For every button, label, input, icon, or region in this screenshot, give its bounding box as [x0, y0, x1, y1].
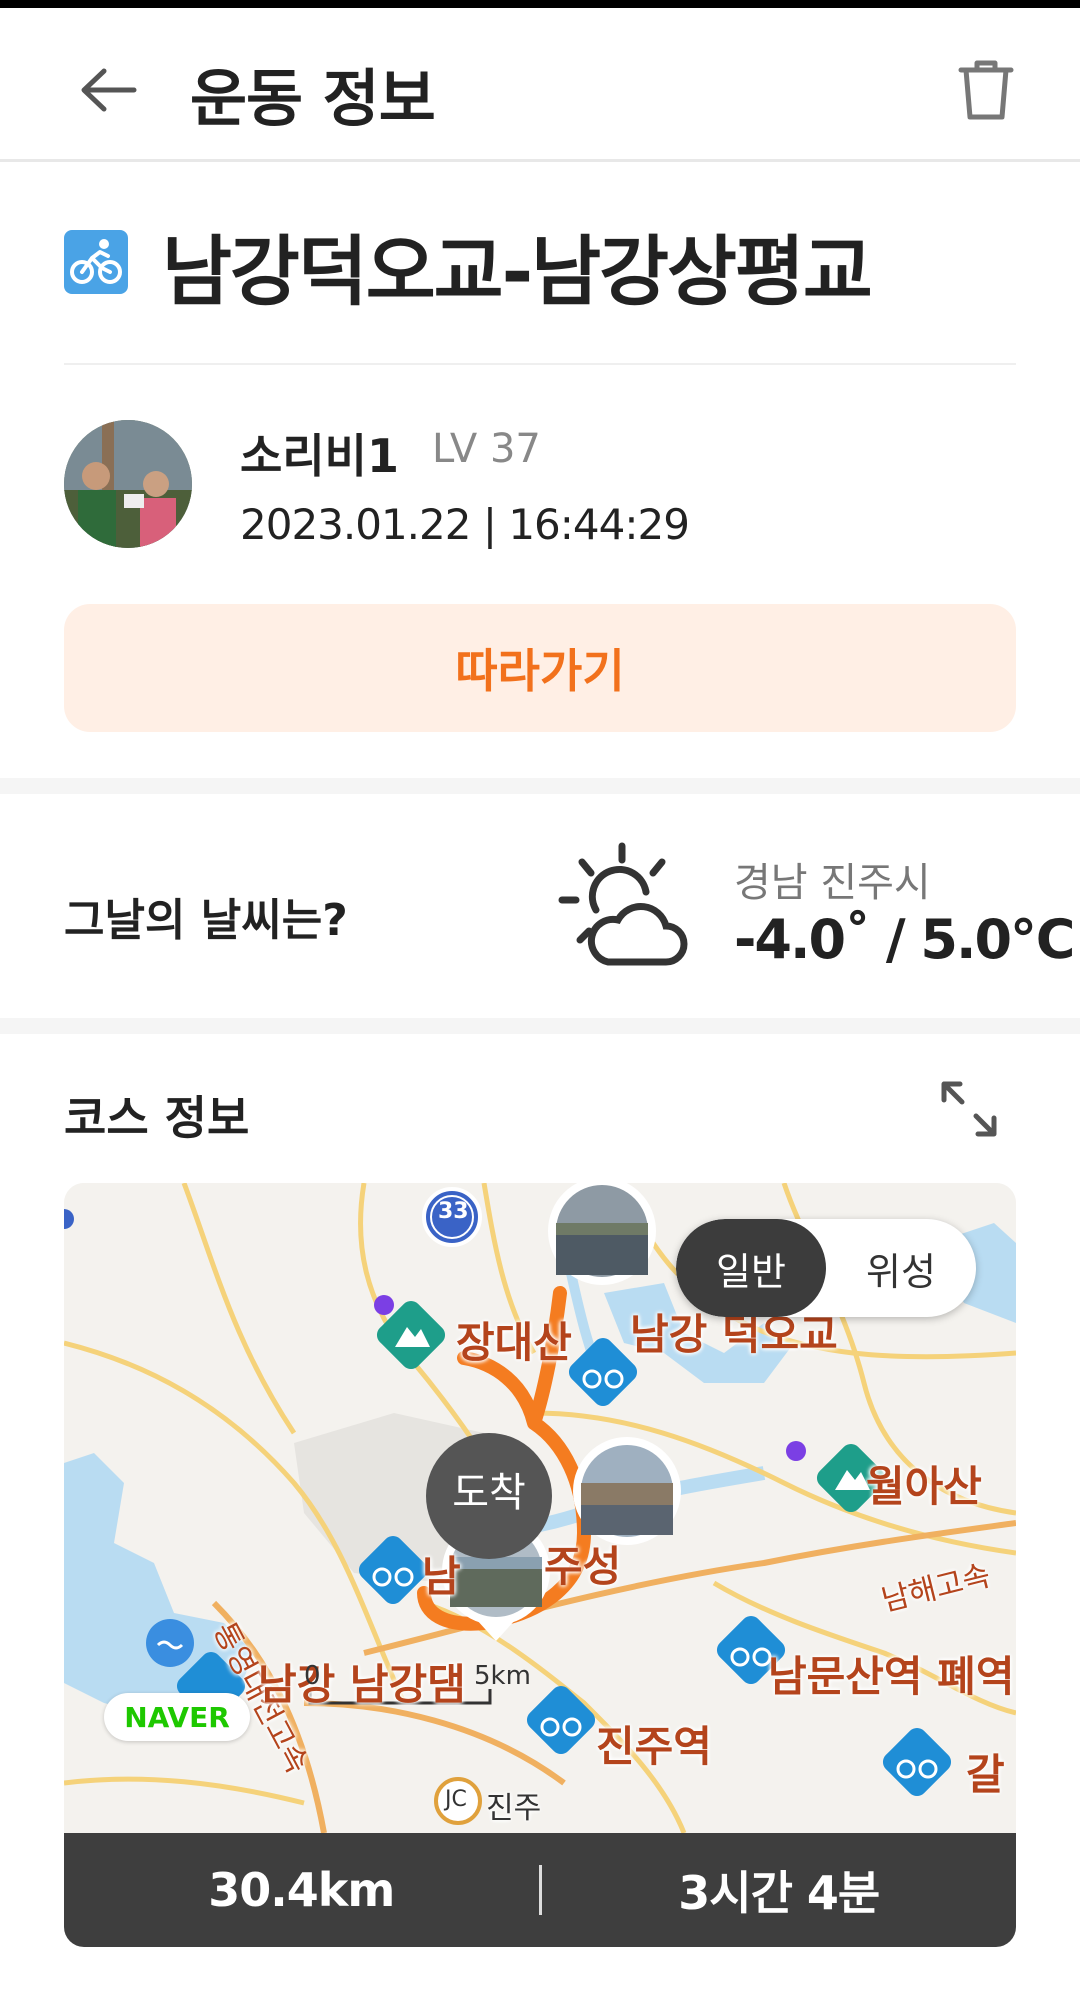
duration-value: 3시간 4분	[678, 1866, 880, 1920]
back-arrow-icon	[81, 68, 137, 112]
app-header: 운동 정보	[0, 8, 1080, 162]
map-type-toggle: 일반 위성	[676, 1219, 976, 1317]
divider	[64, 363, 1016, 365]
expand-icon	[941, 1081, 997, 1137]
back-button[interactable]	[70, 52, 146, 128]
weather-temperature: -4.0˚ / 5.0℃	[734, 908, 1075, 971]
map-type-satellite[interactable]: 위성	[826, 1219, 976, 1317]
place-label: 남	[422, 1552, 461, 1601]
distance-value: 30.4km	[208, 1863, 395, 1917]
scale-start: 0	[304, 1661, 321, 1691]
section-divider	[0, 778, 1080, 794]
place-label: 남강 남강댐	[258, 1660, 466, 1709]
partly-cloudy-icon	[558, 842, 688, 966]
arrival-marker[interactable]: 도착	[426, 1433, 552, 1559]
map-type-normal[interactable]: 일반	[676, 1219, 826, 1317]
weather-location: 경남 진주시	[734, 860, 931, 906]
weather-question: 그날의 날씨는?	[64, 895, 348, 946]
trash-icon	[958, 60, 1014, 120]
expand-map-button[interactable]	[938, 1078, 1000, 1140]
status-bar	[0, 0, 1080, 8]
route-title: 남강덕오교-남강상평교	[162, 227, 873, 316]
course-map[interactable]: 33 장대산 남강 덕오교 월아산 남해고속 남 주성 통영대전고속 남강 남강…	[64, 1183, 1016, 1833]
user-level: LV 37	[432, 426, 541, 472]
place-label: 진주역	[596, 1722, 712, 1771]
place-label: 갈	[966, 1750, 1005, 1799]
activity-datetime: 2023.01.22 | 16:44:29	[240, 500, 690, 549]
route-badge-label: 33	[438, 1199, 469, 1224]
section-divider	[0, 1018, 1080, 1034]
follow-button[interactable]: 따라가기	[64, 604, 1016, 732]
junction-badge: JC	[445, 1787, 467, 1812]
place-label: 주성	[544, 1542, 622, 1591]
place-label: 월아산	[866, 1462, 982, 1511]
course-stats-bar: 30.4km 3시간 4분	[64, 1833, 1016, 1947]
place-label: 장대산	[456, 1318, 572, 1367]
user-name: 소리비1	[240, 429, 399, 483]
delete-button[interactable]	[948, 52, 1024, 128]
avatar[interactable]	[64, 420, 192, 548]
course-info-title: 코스 정보	[64, 1091, 250, 1145]
scale-end: 5km	[474, 1661, 531, 1691]
naver-logo[interactable]: NAVER	[104, 1693, 250, 1741]
place-label: 진주	[486, 1791, 542, 1826]
page-title: 운동 정보	[190, 62, 436, 135]
place-label: 남문산역 폐역	[768, 1652, 1015, 1701]
bicycle-icon	[64, 230, 128, 294]
